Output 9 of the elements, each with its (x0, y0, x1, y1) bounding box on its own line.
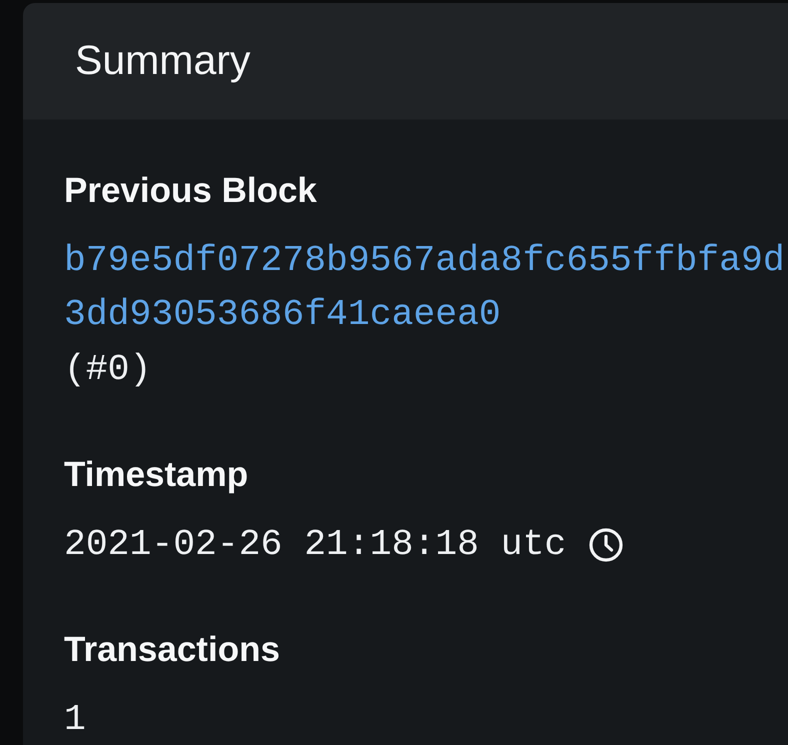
clock-icon (589, 528, 624, 562)
field-label: Previous Block (64, 170, 317, 212)
field-label: Timestamp (64, 454, 248, 496)
block-hash-link[interactable]: b79e5df07278b9567ada8fc655ffbfa9d3dd93053686f41caeea0 (64, 234, 787, 342)
field-label: Transactions (64, 629, 280, 671)
card-title: Summary (75, 36, 250, 84)
field-value: 1 (64, 698, 86, 742)
timestamp-text: 2021-02-26 21:18:18 utc (64, 523, 566, 567)
block-height-text: (#0) (64, 348, 152, 392)
